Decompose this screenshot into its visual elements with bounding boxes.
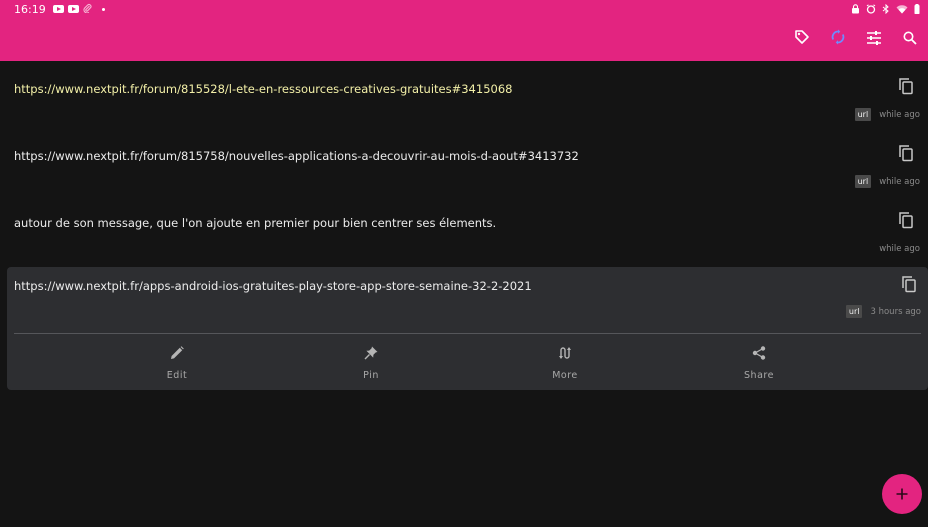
app-bar: 16:19 [0,0,928,61]
pin-button[interactable]: Pin [331,345,411,381]
tags-button[interactable] [784,28,820,50]
copy-button[interactable] [896,78,916,98]
item-time: while ago [879,244,920,254]
item-text: autour de son message, que l'on ajoute e… [14,216,497,230]
filter-button[interactable] [856,28,892,50]
item-meta: while ago [879,244,920,254]
lock-icon [851,4,860,14]
copy-button[interactable] [899,276,919,296]
item-meta: url 3 hours ago [845,305,921,318]
copy-icon [898,211,914,233]
type-badge: url [854,175,872,188]
pencil-icon [170,345,184,364]
copy-icon [898,77,914,99]
youtube-icon [52,5,64,13]
swap-icon [558,345,572,364]
youtube-icon [67,5,79,13]
plus-icon [896,485,908,504]
bluetooth-icon [882,4,890,14]
tag-icon [794,29,810,49]
copy-icon [898,144,914,166]
alarm-icon [866,4,876,14]
filter-sliders-icon [866,30,882,49]
item-time: while ago [879,176,920,187]
app-bar-actions [784,28,928,50]
status-bar-right [851,2,920,16]
divider [14,333,921,334]
edit-label: Edit [166,370,188,381]
item-time: 3 hours ago [870,306,921,317]
sync-icon [831,29,845,49]
share-icon [752,345,766,364]
type-badge: url [845,305,863,318]
pin-icon [364,345,378,364]
search-icon [903,30,917,49]
wifi-icon [896,4,908,14]
more-button[interactable]: More [525,345,605,381]
item-text: https://www.nextpit.fr/forum/815528/l-et… [14,82,513,96]
search-button[interactable] [892,28,928,50]
copy-button[interactable] [896,212,916,232]
item-text: https://www.nextpit.fr/apps-android-ios-… [14,279,532,293]
status-time: 16:19 [14,2,46,16]
expanded-list-item[interactable]: https://www.nextpit.fr/apps-android-ios-… [7,267,928,390]
item-actions-toolbar: Edit Pin More Share [7,337,928,387]
sync-button[interactable] [820,28,856,50]
add-clip-button[interactable] [882,474,922,514]
more-label: More [552,370,578,381]
item-meta: url while ago [854,108,920,121]
item-meta: url while ago [854,175,920,188]
attachment-icon [83,3,92,16]
pin-label: Pin [363,370,379,381]
copy-button[interactable] [896,145,916,165]
type-badge: url [854,108,872,121]
share-label: Share [744,370,774,381]
copy-icon [901,275,917,297]
edit-button[interactable]: Edit [137,345,217,381]
list-item[interactable]: https://www.nextpit.fr/forum/815528/l-et… [0,61,928,128]
item-text: https://www.nextpit.fr/forum/815758/nouv… [14,149,579,163]
share-button[interactable]: Share [719,345,799,381]
item-time: while ago [879,109,920,120]
battery-icon [914,4,920,14]
status-bar-left: 16:19 [14,2,105,16]
notification-dot-icon [101,7,105,11]
list-item[interactable]: autour de son message, que l'on ajoute e… [0,195,928,261]
list-item[interactable]: https://www.nextpit.fr/forum/815758/nouv… [0,128,928,195]
